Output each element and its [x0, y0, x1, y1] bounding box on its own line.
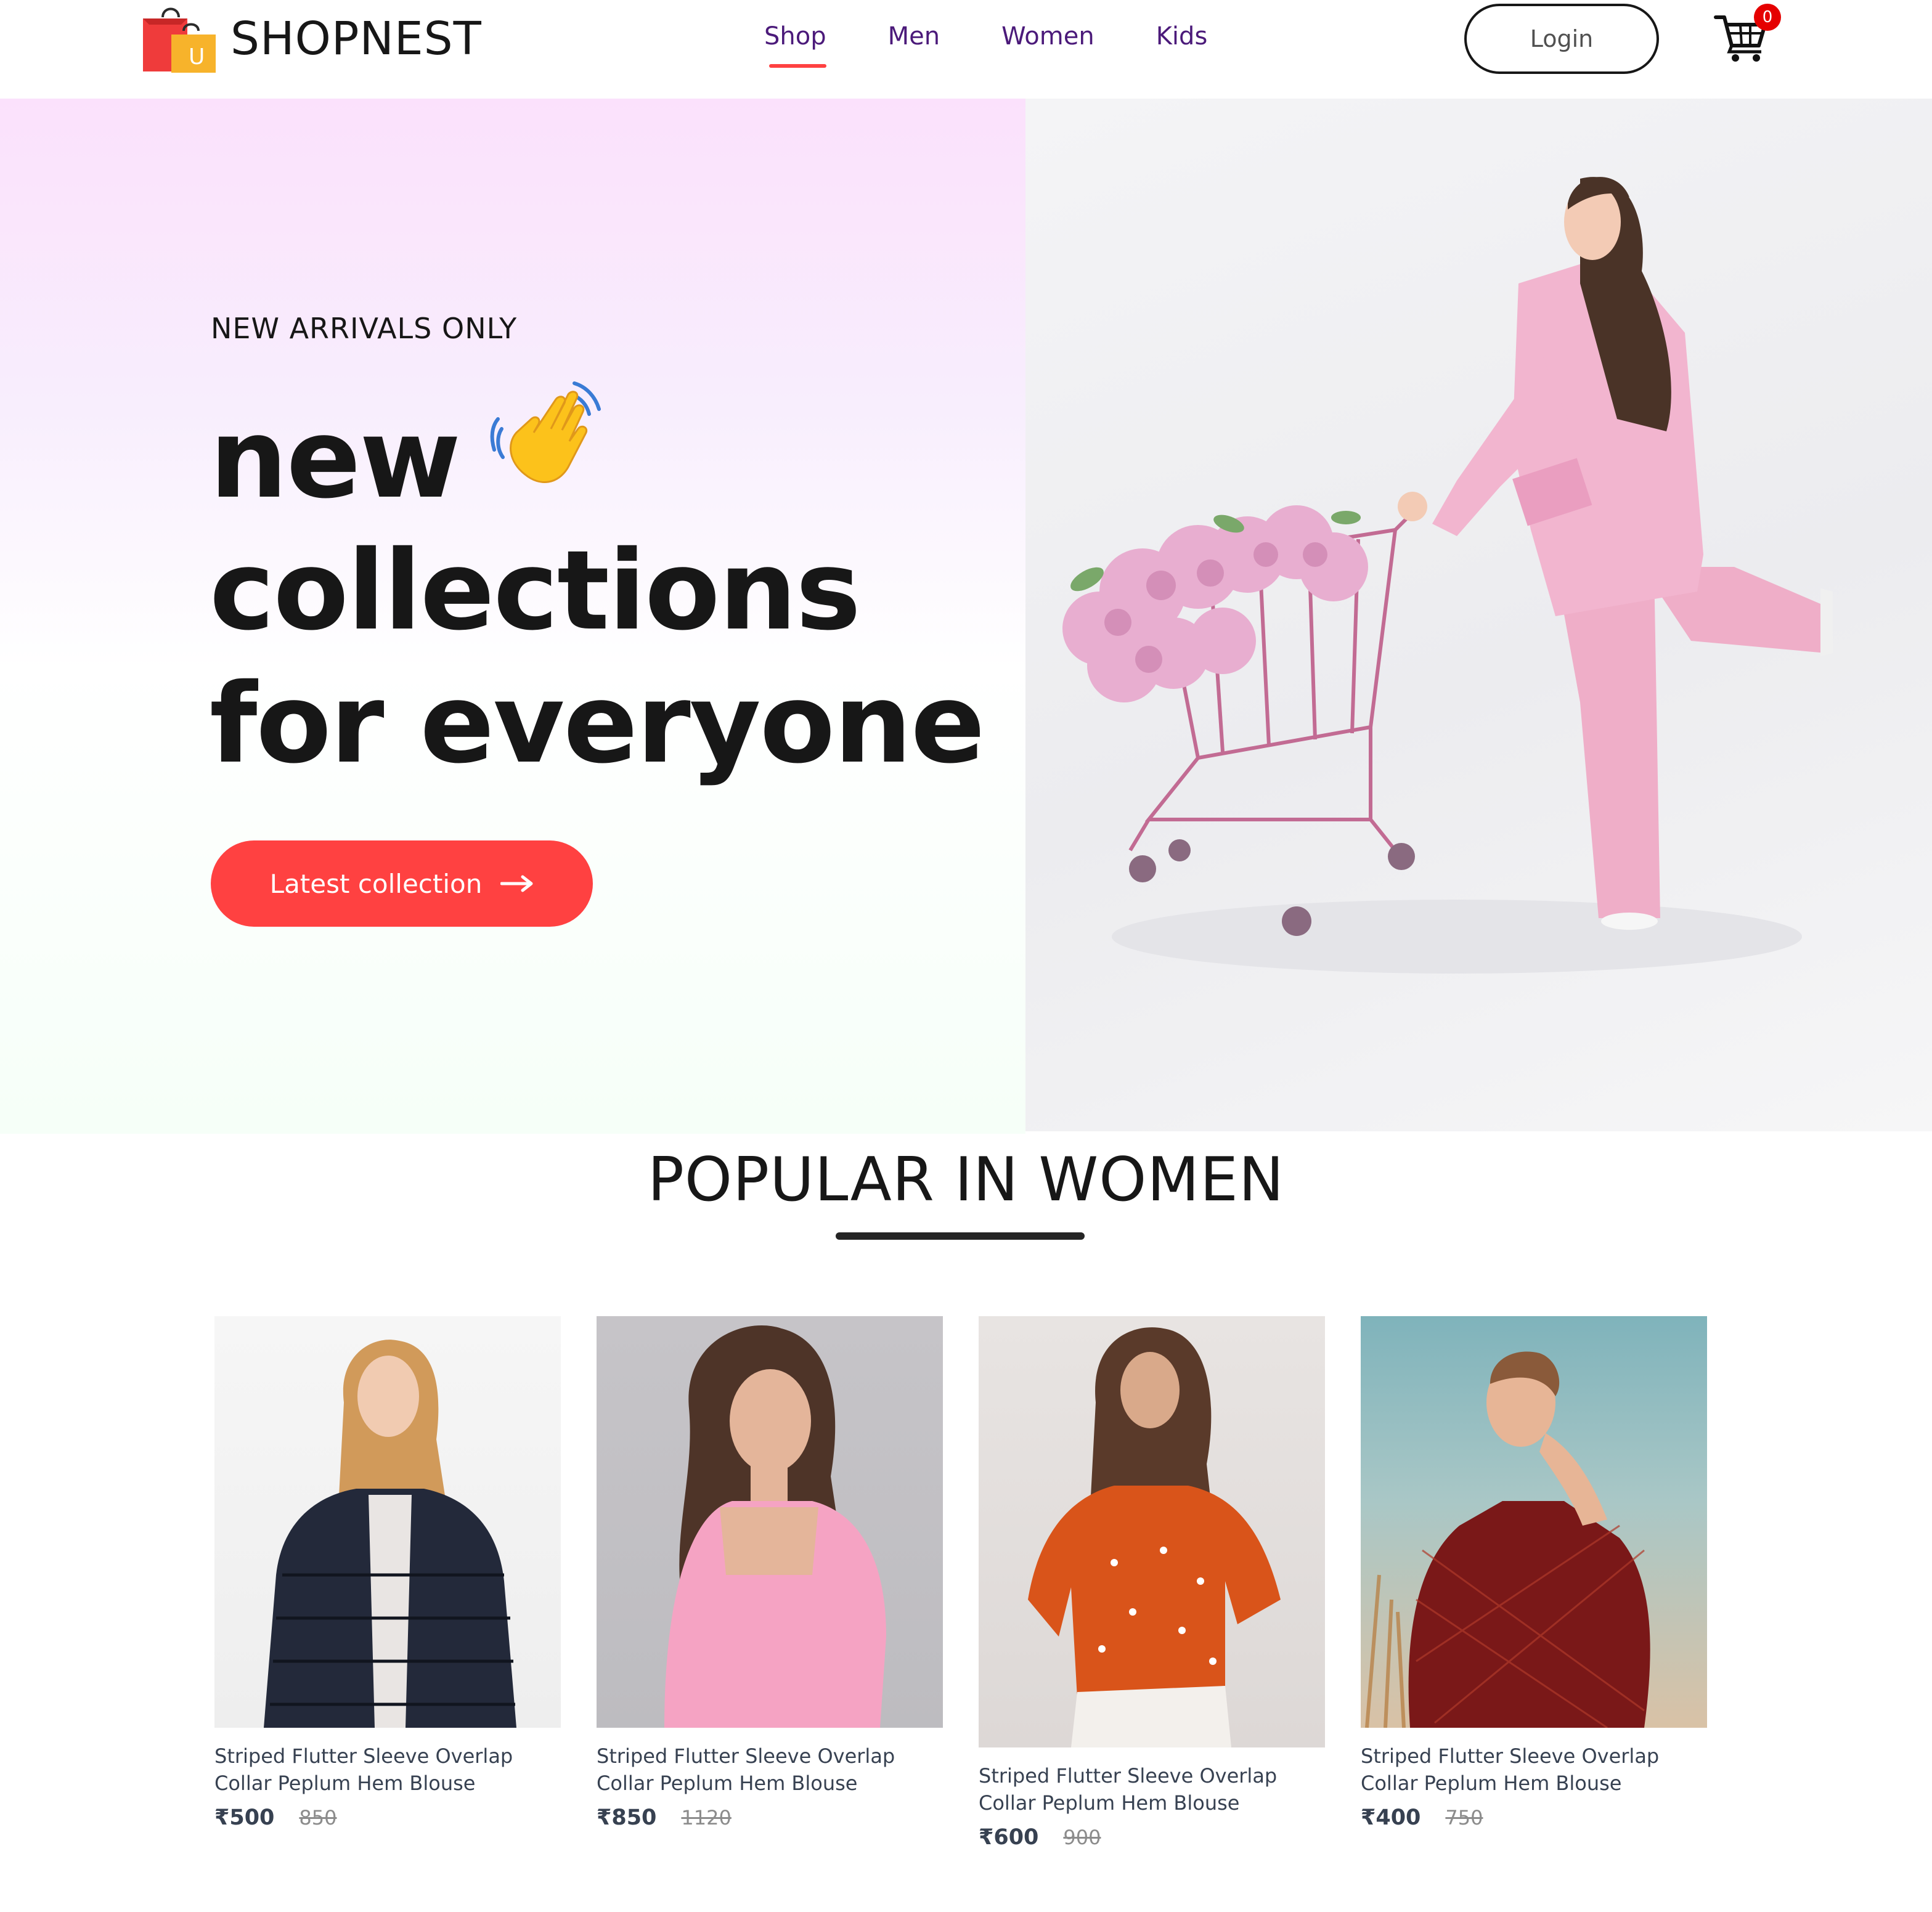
product-card[interactable]: Striped Flutter Sleeve Overlap Collar Pe… [1361, 1316, 1707, 1830]
menu-item-label: Shop [764, 22, 826, 51]
shopping-bag-icon: U [143, 7, 216, 73]
cart-count-badge: 0 [1754, 4, 1781, 31]
product-image[interactable] [597, 1316, 943, 1728]
arrow-right-icon [500, 875, 533, 892]
menu-item-label: Men [887, 22, 940, 51]
product-name[interactable]: Striped Flutter Sleeve Overlap Collar Pe… [214, 1743, 561, 1797]
new-price: ₹600 [979, 1825, 1039, 1850]
product-prices: ₹850 1120 [597, 1805, 943, 1830]
old-price: 900 [1063, 1826, 1101, 1849]
menu-item-label: Women [1001, 22, 1094, 51]
main-menu: Shop Men Women Kids [764, 14, 1208, 68]
login-button[interactable]: Login [1464, 4, 1659, 74]
product-card[interactable]: Striped Flutter Sleeve Overlap Collar Pe… [597, 1316, 943, 1830]
menu-item-men[interactable]: Men [888, 14, 940, 51]
product-card[interactable]: Striped Flutter Sleeve Overlap Collar Pe… [214, 1316, 561, 1830]
brand-name: SHOPNEST [230, 12, 482, 65]
menu-item-shop[interactable]: Shop [764, 14, 826, 68]
latest-collection-button[interactable]: Latest collection [211, 840, 593, 927]
brand-logo[interactable]: U SHOPNEST [141, 4, 482, 74]
hero-section: NEW ARRIVALS ONLY new collections for ev… [0, 99, 1932, 1134]
hero-headline-line-1: new [210, 395, 461, 523]
old-price: 850 [299, 1806, 337, 1829]
section-title: POPULAR IN WOMEN [647, 1145, 1285, 1215]
hero-headline-line-3: for everyone [210, 660, 985, 787]
product-name[interactable]: Striped Flutter Sleeve Overlap Collar Pe… [979, 1762, 1325, 1816]
navbar: U SHOPNEST Shop Men Women Kids Login 0 [0, 0, 1932, 99]
new-price: ₹850 [597, 1805, 657, 1830]
active-underline [769, 64, 826, 68]
svg-text:U: U [189, 44, 205, 70]
hero-headline-line-2: collections [210, 527, 861, 654]
product-card[interactable]: Striped Flutter Sleeve Overlap Collar Pe… [979, 1316, 1325, 1850]
new-price: ₹400 [1361, 1805, 1421, 1830]
product-name[interactable]: Striped Flutter Sleeve Overlap Collar Pe… [597, 1743, 943, 1797]
section-divider [836, 1232, 1085, 1240]
menu-item-women[interactable]: Women [1001, 14, 1094, 51]
product-image[interactable] [1361, 1316, 1707, 1728]
menu-item-kids[interactable]: Kids [1156, 14, 1208, 51]
menu-item-label: Kids [1156, 22, 1208, 51]
product-prices: ₹600 900 [979, 1825, 1325, 1850]
old-price: 750 [1445, 1806, 1483, 1829]
hero-eyebrow: NEW ARRIVALS ONLY [211, 312, 518, 345]
hero-model-illustration [1062, 177, 1833, 974]
product-image[interactable] [979, 1316, 1325, 1747]
old-price: 1120 [681, 1806, 732, 1829]
latest-collection-label: Latest collection [269, 868, 483, 899]
waving-hand-icon [490, 381, 601, 483]
product-image[interactable] [214, 1316, 561, 1728]
hero-image [1025, 99, 1932, 1131]
product-prices: ₹500 850 [214, 1805, 561, 1830]
new-price: ₹500 [214, 1805, 275, 1830]
product-name[interactable]: Striped Flutter Sleeve Overlap Collar Pe… [1361, 1743, 1707, 1797]
hero-text-panel: NEW ARRIVALS ONLY new collections for ev… [0, 99, 1025, 1134]
product-prices: ₹400 750 [1361, 1805, 1707, 1830]
